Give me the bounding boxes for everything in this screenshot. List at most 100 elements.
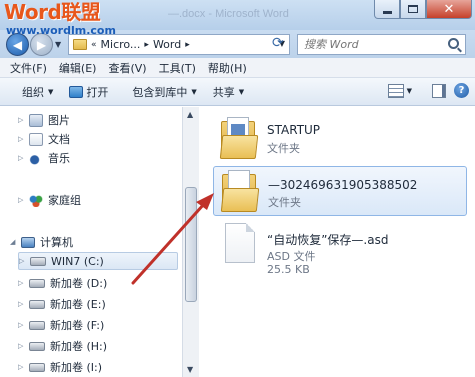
file-list: STARTUP 文件夹 —302469631905388502 文件夹 “自动恢… [199, 107, 475, 377]
menu-help[interactable]: 帮助(H) [202, 60, 253, 76]
breadcrumb-item[interactable]: Micro... [101, 38, 141, 51]
homegroup-icon [29, 193, 43, 207]
nav-item-label: 音乐 [48, 152, 70, 165]
scroll-up-icon[interactable]: ▲ [187, 110, 193, 119]
nav-item-label: 新加卷 (I:) [50, 361, 103, 374]
collapse-arrow-icon[interactable]: ◢ [10, 238, 18, 246]
open-icon [69, 85, 84, 98]
breadcrumb-item[interactable]: Word [153, 38, 181, 51]
file-name: STARTUP [267, 123, 321, 137]
chevron-down-icon[interactable]: ▼ [407, 87, 412, 95]
organize-label: 组织 [22, 85, 44, 99]
menu-tools[interactable]: 工具(T) [153, 60, 202, 76]
forward-arrow-icon: ▶ [36, 37, 47, 52]
breadcrumb-separator-icon[interactable]: ▸ [144, 40, 149, 50]
expand-arrow-icon[interactable]: ▷ [18, 300, 26, 308]
file-size: 25.5 KB [267, 263, 310, 276]
file-name: “自动恢复”保存—.asd [267, 233, 389, 247]
file-type: ASD 文件 [267, 250, 316, 263]
search-box[interactable] [297, 34, 466, 55]
organize-button[interactable]: 组织 ▼ [22, 84, 53, 100]
nav-item-label: WIN7 (C:) [51, 254, 104, 268]
expand-arrow-icon[interactable]: ▷ [18, 321, 26, 329]
nav-item-pictures[interactable]: ▷ 图片 [18, 112, 70, 128]
expand-arrow-icon[interactable]: ▷ [18, 342, 26, 350]
maximize-button[interactable] [400, 0, 426, 19]
nav-item-drive-e[interactable]: ▷ 新加卷 (E:) [18, 296, 106, 312]
nav-item-label: 文档 [48, 133, 70, 146]
open-label: 打开 [86, 85, 109, 99]
file-name: —302469631905388502 [268, 178, 418, 192]
breadcrumb-separator-icon[interactable]: ▸ [185, 40, 190, 50]
expand-arrow-icon[interactable]: ▷ [18, 196, 26, 204]
history-dropdown-icon[interactable]: ▼ [55, 40, 61, 49]
nav-item-computer[interactable]: ◢ 计算机 [10, 234, 73, 250]
drive-icon [29, 362, 45, 372]
nav-scrollbar[interactable]: ▲ ▼ [182, 107, 199, 377]
address-bar[interactable]: « Micro... ▸ Word ▸ ▼ [68, 34, 290, 55]
drive-icon [29, 320, 45, 330]
nav-item-drive-f[interactable]: ▷ 新加卷 (F:) [18, 317, 104, 333]
nav-item-drive-c[interactable]: ▷ WIN7 (C:) [18, 252, 178, 270]
drive-icon [29, 299, 45, 309]
expand-arrow-icon[interactable]: ▷ [18, 116, 26, 124]
nav-item-label: 家庭组 [48, 194, 81, 207]
chevron-down-icon: ▼ [48, 87, 54, 96]
file-item-asd[interactable]: “自动恢复”保存—.asd ASD 文件 25.5 KB [213, 219, 467, 277]
include-in-library-label: 包含到库中 [132, 85, 188, 99]
maximize-icon [408, 5, 418, 13]
chevron-down-icon: ▼ [191, 87, 197, 96]
menu-edit[interactable]: 编辑(E) [53, 60, 103, 76]
expand-arrow-icon[interactable]: ▷ [18, 363, 26, 371]
nav-item-drive-d[interactable]: ▷ 新加卷 (D:) [18, 275, 107, 291]
file-icon [225, 223, 255, 263]
preview-pane-icon[interactable] [432, 83, 446, 98]
nav-item-label: 计算机 [40, 236, 73, 249]
share-label: 共享 [212, 85, 235, 99]
watermark-brand: Word联盟 [4, 0, 101, 24]
expand-arrow-icon[interactable]: ▷ [18, 154, 26, 162]
watermark-url: www.wordlm.com [6, 24, 116, 37]
nav-item-label: 新加卷 (E:) [50, 298, 106, 311]
menu-bar: 文件(F) 编辑(E) 查看(V) 工具(T) 帮助(H) [0, 58, 475, 78]
minimize-button[interactable] [374, 0, 400, 19]
search-icon[interactable] [448, 38, 459, 49]
nav-item-drive-i[interactable]: ▷ 新加卷 (I:) [18, 359, 102, 375]
close-icon: ✕ [443, 1, 455, 17]
search-input[interactable] [304, 38, 444, 51]
menu-view[interactable]: 查看(V) [102, 60, 152, 76]
music-icon [29, 151, 43, 165]
change-view-icon[interactable] [387, 83, 404, 98]
close-button[interactable]: ✕ [426, 0, 472, 19]
file-item-startup[interactable]: STARTUP 文件夹 [213, 111, 467, 169]
nav-item-drive-h[interactable]: ▷ 新加卷 (H:) [18, 338, 107, 354]
pictures-icon [29, 113, 43, 127]
command-bar: 组织 ▼ 打开 包含到库中 ▼ 共享 ▼ ▼ ? [0, 78, 475, 106]
share-button[interactable]: 共享 ▼ [213, 84, 244, 100]
nav-item-label: 图片 [48, 114, 70, 127]
refresh-icon[interactable]: ⟳ [272, 35, 284, 51]
nav-item-label: 新加卷 (H:) [50, 340, 108, 353]
back-arrow-icon: ◀ [12, 37, 23, 52]
file-type: 文件夹 [268, 196, 301, 209]
include-in-library-button[interactable]: 包含到库中 ▼ [132, 84, 196, 100]
nav-item-music[interactable]: ▷ 音乐 [18, 150, 70, 166]
help-icon[interactable]: ? [454, 83, 469, 98]
scroll-down-icon[interactable]: ▼ [187, 365, 193, 374]
nav-item-label: 新加卷 (F:) [50, 319, 105, 332]
open-button[interactable]: 打开 [69, 84, 108, 100]
scrollbar-thumb[interactable] [185, 187, 197, 302]
window-title: —.docx - Microsoft Word [168, 8, 289, 20]
folder-icon [219, 117, 259, 159]
expand-arrow-icon[interactable]: ▷ [18, 135, 26, 143]
expand-arrow-icon[interactable]: ▷ [18, 279, 26, 287]
breadcrumb-separator-icon[interactable]: « [91, 40, 97, 50]
minimize-icon [382, 10, 392, 14]
folder-icon [220, 170, 260, 212]
nav-item-documents[interactable]: ▷ 文档 [18, 131, 70, 147]
file-item-folder-selected[interactable]: —302469631905388502 文件夹 [213, 166, 467, 216]
expand-arrow-icon[interactable]: ▷ [19, 257, 27, 265]
nav-item-homegroup[interactable]: ▷ 家庭组 [18, 192, 81, 208]
watermark-logo: Word联盟 [4, 0, 101, 24]
menu-file[interactable]: 文件(F) [4, 60, 53, 76]
